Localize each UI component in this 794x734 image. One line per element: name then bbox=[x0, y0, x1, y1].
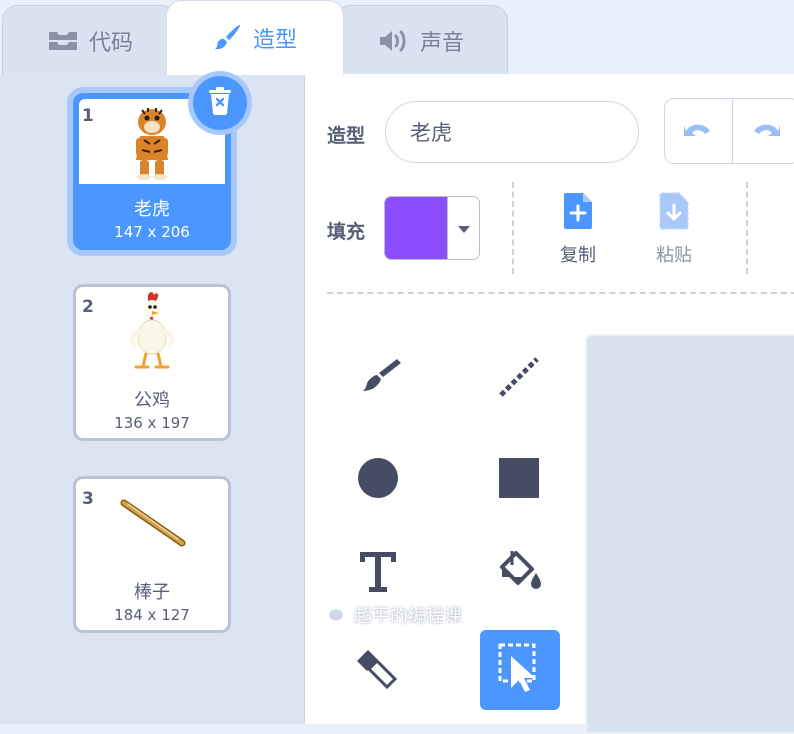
rectangle-icon bbox=[498, 457, 540, 503]
paste-label: 粘贴 bbox=[644, 241, 704, 267]
undo-redo-group bbox=[664, 98, 794, 164]
delete-costume-button[interactable] bbox=[193, 76, 247, 130]
eraser-icon bbox=[353, 647, 403, 693]
toolbar-divider-horizontal bbox=[327, 292, 794, 294]
tab-sounds-label: 声音 bbox=[420, 25, 464, 57]
trash-icon bbox=[207, 86, 233, 120]
line-tool[interactable] bbox=[479, 339, 559, 419]
text-icon bbox=[358, 550, 398, 598]
copy-button[interactable]: 复制 bbox=[548, 191, 608, 267]
watermark: 超平的编程课 bbox=[316, 600, 462, 629]
eraser-tool[interactable] bbox=[338, 630, 418, 710]
costume-size: 147 x 206 bbox=[76, 223, 228, 241]
stick-thumbnail bbox=[76, 479, 228, 567]
toolbar-divider bbox=[746, 182, 748, 274]
costume-item-rooster[interactable]: 2 公鸡 136 x 197 bbox=[73, 284, 231, 441]
fill-color-picker[interactable] bbox=[384, 196, 480, 260]
costume-size: 136 x 197 bbox=[76, 414, 228, 432]
select-icon bbox=[497, 642, 543, 698]
costume-size: 184 x 127 bbox=[76, 606, 228, 624]
paint-canvas[interactable] bbox=[585, 334, 794, 734]
fill-color-swatch[interactable] bbox=[385, 197, 447, 259]
fill-tool[interactable] bbox=[479, 534, 559, 614]
speaker-icon bbox=[378, 28, 410, 54]
costume-item-stick[interactable]: 3 棒子 184 x 127 bbox=[73, 476, 231, 633]
code-blocks-icon bbox=[47, 29, 79, 53]
paste-icon bbox=[656, 216, 692, 235]
costume-name: 老虎 bbox=[76, 195, 228, 221]
tab-costumes[interactable]: 造型 bbox=[166, 0, 344, 75]
fill-bucket-icon bbox=[494, 549, 544, 599]
rooster-thumbnail bbox=[76, 287, 228, 375]
toolbar-divider bbox=[512, 182, 514, 274]
copy-icon bbox=[560, 216, 596, 235]
costume-name: 棒子 bbox=[76, 578, 228, 604]
costume-name-input[interactable] bbox=[385, 101, 639, 163]
line-icon bbox=[497, 355, 541, 403]
select-tool[interactable] bbox=[480, 630, 560, 710]
undo-button[interactable] bbox=[665, 99, 732, 163]
watermark-text: 超平的编程课 bbox=[354, 602, 462, 628]
paste-button[interactable]: 粘贴 bbox=[644, 191, 704, 267]
redo-button[interactable] bbox=[732, 99, 794, 163]
redo-icon bbox=[750, 119, 782, 143]
paintbrush-icon bbox=[213, 23, 243, 53]
tab-code-label: 代码 bbox=[89, 25, 133, 57]
caret-down-icon bbox=[457, 219, 471, 238]
undo-icon bbox=[682, 119, 714, 143]
tab-costumes-label: 造型 bbox=[253, 22, 297, 54]
fill-dropdown[interactable] bbox=[447, 197, 479, 259]
rectangle-tool[interactable] bbox=[479, 440, 559, 520]
costume-name: 公鸡 bbox=[76, 386, 228, 412]
circle-icon bbox=[356, 456, 400, 504]
costume-name-label: 造型 bbox=[327, 121, 365, 148]
copy-label: 复制 bbox=[548, 241, 608, 267]
fill-label: 填充 bbox=[327, 217, 365, 244]
brush-icon bbox=[353, 355, 403, 403]
tab-sounds[interactable]: 声音 bbox=[334, 5, 508, 75]
tab-code[interactable]: 代码 bbox=[2, 5, 178, 75]
costume-number: 1 bbox=[82, 106, 94, 126]
editor-tab-bar: 代码 造型 声音 bbox=[0, 0, 794, 74]
costume-list: 1 老虎 147 x 206 2 bbox=[0, 74, 305, 724]
wechat-icon bbox=[316, 600, 346, 629]
brush-tool[interactable] bbox=[338, 339, 418, 419]
circle-tool[interactable] bbox=[338, 440, 418, 520]
